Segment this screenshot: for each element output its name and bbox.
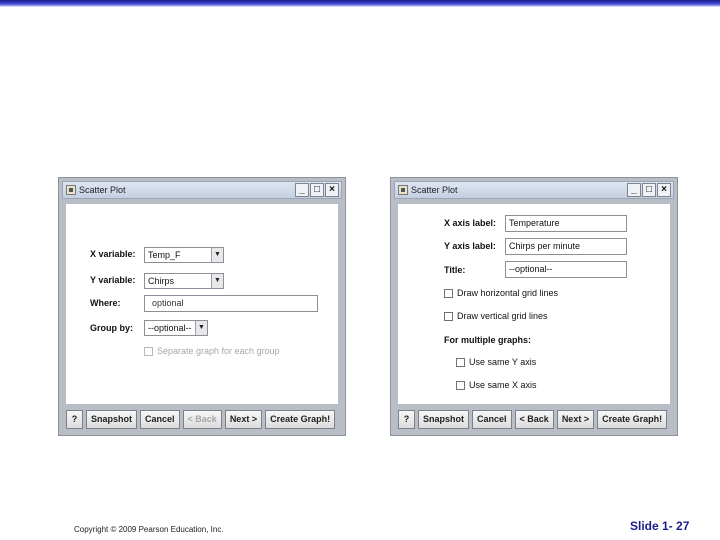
horizontal-grid-label: Draw horizontal grid lines bbox=[457, 288, 559, 298]
close-button[interactable]: × bbox=[325, 183, 339, 197]
checkbox-box[interactable] bbox=[444, 288, 453, 298]
scatter-plot-window-right: Scatter Plot _ □ × X axis label: Tempera… bbox=[390, 177, 678, 436]
x-variable-label: X variable: bbox=[90, 249, 136, 259]
chevron-down-icon[interactable]: ▼ bbox=[211, 248, 223, 262]
next-button[interactable]: Next > bbox=[556, 409, 595, 429]
app-icon bbox=[398, 185, 408, 195]
create-graph-button[interactable]: Create Graph! bbox=[597, 409, 668, 429]
group-by-value: --optional-- bbox=[148, 323, 192, 333]
snapshot-button[interactable]: Snapshot bbox=[418, 409, 470, 429]
chevron-down-icon[interactable]: ▼ bbox=[211, 274, 223, 288]
copyright-text: Copyright © 2009 Pearson Education, Inc. bbox=[74, 525, 224, 534]
window-titlebar[interactable]: Scatter Plot _ □ × bbox=[62, 181, 342, 199]
window-title: Scatter Plot bbox=[79, 185, 126, 195]
title-value: --optional-- bbox=[509, 264, 553, 274]
dialog-content: X variable: Temp_F ▼ Y variable: Chirps … bbox=[66, 204, 338, 404]
cancel-button[interactable]: Cancel bbox=[472, 409, 512, 429]
checkbox-box[interactable] bbox=[456, 357, 465, 367]
x-variable-select[interactable]: Temp_F ▼ bbox=[144, 247, 224, 263]
button-bar: ? Snapshot Cancel < Back Next > Create G… bbox=[398, 408, 670, 430]
title-label: Title: bbox=[444, 265, 466, 275]
same-x-axis-label: Use same X axis bbox=[469, 380, 537, 390]
y-variable-label: Y variable: bbox=[90, 275, 136, 285]
y-axis-label-value: Chirps per minute bbox=[509, 241, 581, 251]
horizontal-grid-checkbox[interactable]: Draw horizontal grid lines bbox=[444, 288, 558, 298]
checkbox-box[interactable] bbox=[444, 311, 453, 321]
help-button[interactable]: ? bbox=[66, 409, 83, 429]
snapshot-button[interactable]: Snapshot bbox=[86, 409, 138, 429]
chevron-down-icon[interactable]: ▼ bbox=[195, 321, 207, 335]
separate-graph-label: Separate graph for each group bbox=[157, 346, 280, 356]
x-variable-value: Temp_F bbox=[148, 250, 181, 260]
help-button[interactable]: ? bbox=[398, 409, 415, 429]
x-axis-label-input[interactable]: Temperature bbox=[505, 215, 627, 232]
x-axis-label-label: X axis label: bbox=[444, 218, 497, 228]
vertical-grid-label: Draw vertical grid lines bbox=[457, 311, 548, 321]
slide-top-bar bbox=[0, 0, 720, 7]
where-value: optional bbox=[152, 298, 184, 308]
create-graph-button[interactable]: Create Graph! bbox=[265, 409, 336, 429]
title-input[interactable]: --optional-- bbox=[505, 261, 627, 278]
back-button[interactable]: < Back bbox=[514, 409, 554, 429]
multiple-graphs-heading: For multiple graphs: bbox=[444, 335, 532, 345]
next-button[interactable]: Next > bbox=[224, 409, 263, 429]
where-input[interactable]: optional bbox=[144, 295, 318, 312]
back-button[interactable]: < Back bbox=[182, 409, 222, 429]
checkbox-box[interactable] bbox=[144, 346, 153, 356]
window-title: Scatter Plot bbox=[411, 185, 458, 195]
minimize-button[interactable]: _ bbox=[627, 183, 641, 197]
group-by-label: Group by: bbox=[90, 323, 133, 333]
y-axis-label-label: Y axis label: bbox=[444, 241, 496, 251]
separate-graph-checkbox[interactable]: Separate graph for each group bbox=[144, 346, 280, 356]
button-bar: ? Snapshot Cancel < Back Next > Create G… bbox=[66, 408, 338, 430]
maximize-button[interactable]: □ bbox=[310, 183, 324, 197]
same-y-axis-checkbox[interactable]: Use same Y axis bbox=[456, 357, 536, 367]
slide-number: Slide 1- 27 bbox=[630, 519, 690, 533]
minimize-button[interactable]: _ bbox=[295, 183, 309, 197]
maximize-button[interactable]: □ bbox=[642, 183, 656, 197]
scatter-plot-window-left: Scatter Plot _ □ × X variable: Temp_F ▼ … bbox=[58, 177, 346, 436]
y-axis-label-input[interactable]: Chirps per minute bbox=[505, 238, 627, 255]
cancel-button[interactable]: Cancel bbox=[140, 409, 180, 429]
same-y-axis-label: Use same Y axis bbox=[469, 357, 537, 367]
where-label: Where: bbox=[90, 298, 121, 308]
y-variable-value: Chirps bbox=[148, 276, 175, 286]
app-icon bbox=[66, 185, 76, 195]
dialog-content: X axis label: Temperature Y axis label: … bbox=[398, 204, 670, 404]
group-by-select[interactable]: --optional-- ▼ bbox=[144, 320, 208, 336]
y-variable-select[interactable]: Chirps ▼ bbox=[144, 273, 224, 289]
vertical-grid-checkbox[interactable]: Draw vertical grid lines bbox=[444, 311, 548, 321]
x-axis-label-value: Temperature bbox=[509, 218, 560, 228]
close-button[interactable]: × bbox=[657, 183, 671, 197]
window-titlebar[interactable]: Scatter Plot _ □ × bbox=[394, 181, 674, 199]
checkbox-box[interactable] bbox=[456, 380, 465, 390]
same-x-axis-checkbox[interactable]: Use same X axis bbox=[456, 380, 537, 390]
